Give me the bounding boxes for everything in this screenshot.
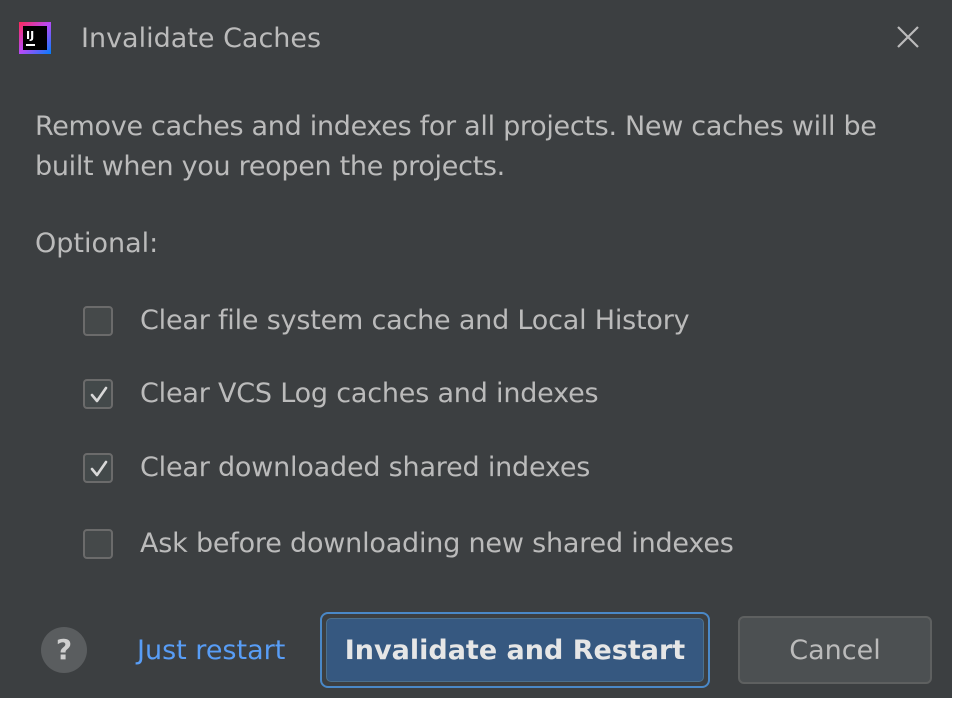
background-edge [0,698,959,702]
checkmark-icon [90,460,108,477]
dialog-title: Invalidate Caches [81,23,322,54]
title-bar: IJ Invalidate Caches [0,0,952,82]
option-clear-file-system-cache[interactable]: Clear file system cache and Local Histor… [83,301,690,341]
checkbox-checked[interactable] [83,379,113,409]
dialog-description: Remove caches and indexes for all projec… [35,107,935,187]
close-button[interactable] [890,19,926,55]
invalidate-and-restart-button[interactable]: Invalidate and Restart [320,612,710,688]
description-line-1: Remove caches and indexes for all projec… [35,111,877,142]
background-edge [952,0,959,702]
checkbox-checked[interactable] [83,453,113,483]
checkbox-unchecked[interactable] [83,529,113,559]
description-line-2: built when you reopen the projects. [35,151,505,182]
invalidate-and-restart-label: Invalidate and Restart [326,618,704,682]
option-label: Clear VCS Log caches and indexes [140,378,599,409]
intellij-idea-icon: IJ [19,22,51,54]
option-clear-vcs-log-caches[interactable]: Clear VCS Log caches and indexes [83,374,599,414]
option-ask-before-downloading[interactable]: Ask before downloading new shared indexe… [83,524,734,564]
checkmark-icon [90,386,108,403]
close-icon [897,26,919,48]
just-restart-link[interactable]: Just restart [137,631,285,671]
option-label: Clear downloaded shared indexes [140,452,591,483]
optional-label: Optional: [35,228,159,259]
option-label: Clear file system cache and Local Histor… [140,305,690,336]
question-mark-icon: ? [55,633,73,666]
help-button[interactable]: ? [41,627,87,673]
option-clear-downloaded-shared-indexes[interactable]: Clear downloaded shared indexes [83,448,590,488]
invalidate-caches-dialog: IJ Invalidate Caches Remove caches and i… [0,0,952,702]
cancel-button[interactable]: Cancel [738,616,932,684]
checkbox-unchecked[interactable] [83,306,113,336]
svg-text:IJ: IJ [26,29,34,42]
option-label: Ask before downloading new shared indexe… [140,528,734,559]
